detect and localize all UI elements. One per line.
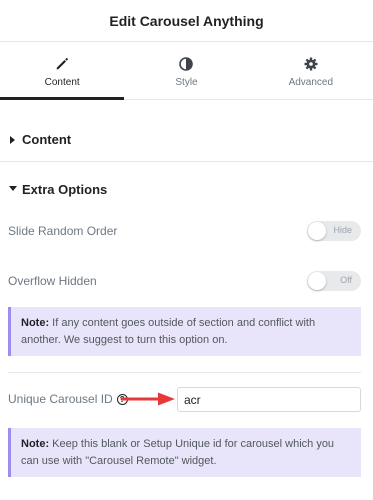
section-content-toggle[interactable]: Content <box>0 118 373 162</box>
caret-right-icon <box>0 135 22 144</box>
random-order-switch[interactable]: Hide <box>307 221 361 241</box>
overflow-hidden-switch[interactable]: Off <box>307 271 361 291</box>
control-label: Slide Random Order <box>8 224 118 238</box>
control-slide-random-order: Slide Random Order Hide <box>0 218 373 244</box>
unique-id-label: Unique Carousel ID <box>8 392 113 406</box>
section-title: Extra Options <box>22 181 108 197</box>
caret-down-icon <box>0 186 22 192</box>
control-label: Overflow Hidden <box>8 274 97 288</box>
control-overflow-hidden: Overflow Hidden Off <box>0 268 373 294</box>
tab-label: Advanced <box>288 77 334 88</box>
switch-state-text: Off <box>340 275 352 285</box>
tab-label: Style <box>175 77 198 88</box>
gear-icon <box>302 55 320 73</box>
panel-tabs: Content Style Advanced <box>0 42 373 100</box>
pencil-icon <box>53 55 71 73</box>
switch-state-text: Hide <box>333 225 352 235</box>
unique-id-input[interactable] <box>177 387 361 412</box>
switch-knob <box>308 272 326 290</box>
panel-header: Edit Carousel Anything <box>0 0 373 42</box>
notice-text: Keep this blank or Setup Unique id for c… <box>21 438 335 467</box>
unique-id-notice: Note: Keep this blank or Setup Unique id… <box>8 428 361 477</box>
divider <box>8 372 361 373</box>
contrast-icon <box>177 55 195 73</box>
section-title: Content <box>22 132 72 147</box>
section-extra-options-toggle[interactable]: Extra Options <box>0 167 373 211</box>
panel-title: Edit Carousel Anything <box>109 12 264 29</box>
red-arrow-icon <box>120 392 175 406</box>
tab-content[interactable]: Content <box>0 42 125 100</box>
notice-strong: Note: <box>21 438 50 450</box>
overflow-notice: Note: If any content goes outside of sec… <box>8 307 361 356</box>
tab-label: Content <box>44 77 80 88</box>
notice-text: If any content goes outside of section a… <box>21 317 316 346</box>
tab-style[interactable]: Style <box>124 42 248 99</box>
notice-strong: Note: <box>21 317 50 329</box>
tab-advanced[interactable]: Advanced <box>249 42 373 99</box>
control-label: Unique Carousel ID ? <box>8 392 128 406</box>
switch-knob <box>308 222 326 240</box>
